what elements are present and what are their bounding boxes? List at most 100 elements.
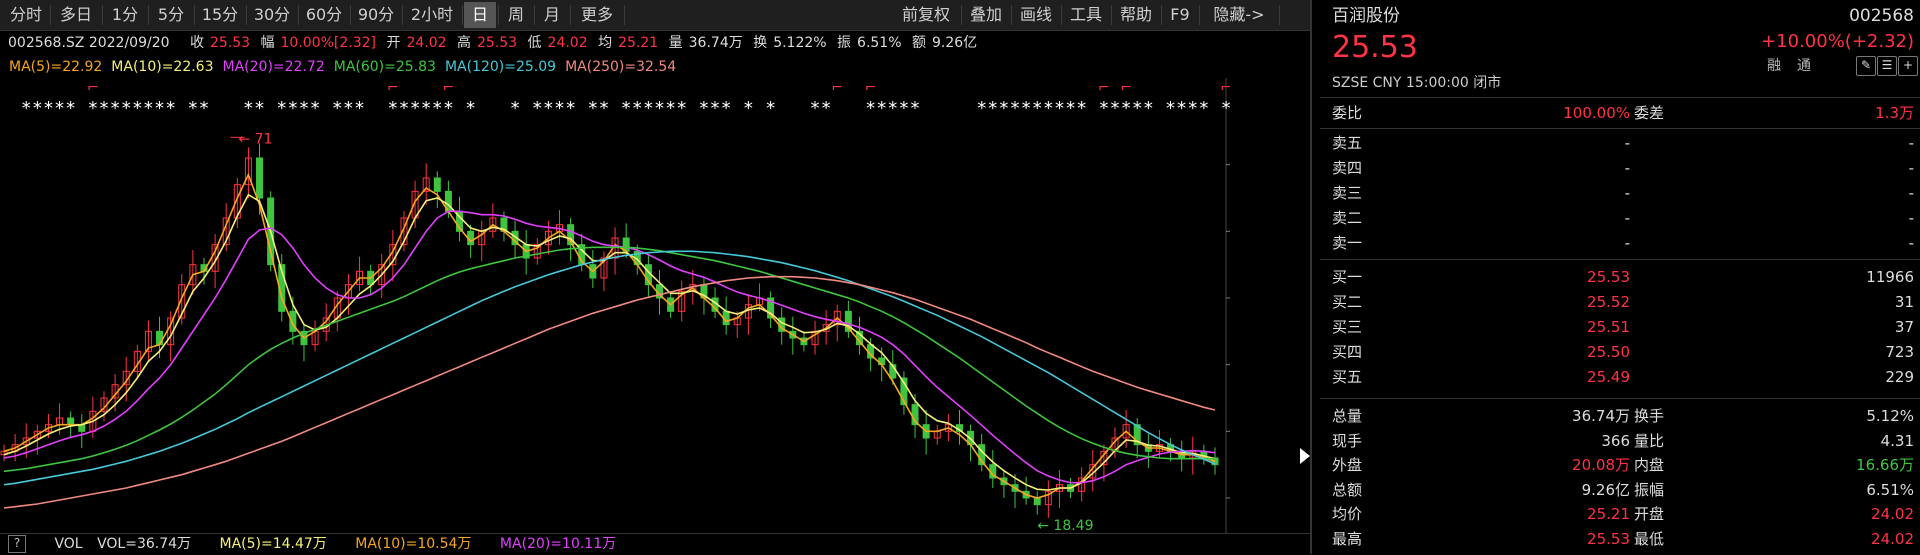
event-marker-icon[interactable]: * <box>1044 98 1053 119</box>
event-marker-icon[interactable]: * <box>333 98 342 119</box>
event-marker-icon[interactable]: * <box>533 98 542 119</box>
event-marker-icon[interactable]: * <box>188 98 197 119</box>
event-marker-icon[interactable]: * <box>999 98 1008 119</box>
event-marker-icon[interactable]: * <box>1022 98 1031 119</box>
flag-icon[interactable]: ⌐ <box>87 80 99 96</box>
tab-period-5[interactable]: 30分 <box>248 2 296 28</box>
vol-indicator-label[interactable]: VOL <box>54 536 82 552</box>
event-marker-icon[interactable]: * <box>1066 98 1075 119</box>
ask-row[interactable]: 卖一 - - <box>1320 231 1920 256</box>
event-marker-icon[interactable]: * <box>622 98 631 119</box>
event-marker-icon[interactable]: * <box>33 98 42 119</box>
event-marker-icon[interactable]: * <box>1199 98 1208 119</box>
event-marker-icon[interactable]: * <box>388 98 397 119</box>
event-marker-icon[interactable]: * <box>711 98 720 119</box>
toolbar-button-1[interactable]: 叠加 <box>964 2 1008 28</box>
event-marker-icon[interactable]: * <box>722 98 731 119</box>
candlestick-chart[interactable]: 706050403020← 71← 18.49*****************… <box>0 78 1230 533</box>
event-marker-icon[interactable]: * <box>1111 98 1120 119</box>
event-marker-icon[interactable]: * <box>1099 98 1108 119</box>
event-marker-icon[interactable]: * <box>744 98 753 119</box>
tab-period-11[interactable]: 月 <box>536 2 568 28</box>
event-marker-icon[interactable]: * <box>822 98 831 119</box>
panel-divider[interactable] <box>1310 0 1312 554</box>
event-marker-icon[interactable]: * <box>433 98 442 119</box>
event-marker-icon[interactable]: * <box>599 98 608 119</box>
toolbar-button-3[interactable]: 工具 <box>1064 2 1108 28</box>
toolbar-button-4[interactable]: 帮助 <box>1114 2 1158 28</box>
event-marker-icon[interactable]: * <box>155 98 164 119</box>
ask-row[interactable]: 卖二 - - <box>1320 206 1920 231</box>
event-marker-icon[interactable]: * <box>566 98 575 119</box>
flag-icon[interactable]: ⌐ <box>865 80 877 96</box>
ask-row[interactable]: 卖五 - - <box>1320 131 1920 156</box>
event-marker-icon[interactable]: * <box>677 98 686 119</box>
event-marker-icon[interactable]: * <box>466 98 475 119</box>
event-marker-icon[interactable]: * <box>244 98 253 119</box>
event-marker-icon[interactable]: * <box>911 98 920 119</box>
event-marker-icon[interactable]: * <box>511 98 520 119</box>
expand-arrow-icon[interactable] <box>1300 448 1310 464</box>
event-marker-icon[interactable]: * <box>877 98 886 119</box>
event-marker-icon[interactable]: * <box>55 98 64 119</box>
tab-period-0[interactable]: 分时 <box>4 2 48 28</box>
bid-row[interactable]: 买一 25.53 11966 <box>1320 265 1920 290</box>
event-marker-icon[interactable]: * <box>988 98 997 119</box>
help-icon[interactable]: ? <box>8 535 26 553</box>
event-marker-icon[interactable]: * <box>422 98 431 119</box>
toolbar-button-2[interactable]: 画线 <box>1014 2 1058 28</box>
event-marker-icon[interactable]: * <box>1055 98 1064 119</box>
event-marker-icon[interactable]: * <box>1222 98 1230 119</box>
event-marker-icon[interactable]: * <box>99 98 108 119</box>
bid-row[interactable]: 买五 25.49 229 <box>1320 365 1920 390</box>
event-marker-icon[interactable]: * <box>866 98 875 119</box>
event-marker-icon[interactable]: * <box>22 98 31 119</box>
event-marker-icon[interactable]: * <box>699 98 708 119</box>
toolbar-button-5[interactable]: F9 <box>1164 2 1196 28</box>
event-marker-icon[interactable]: * <box>66 98 75 119</box>
event-marker-icon[interactable]: * <box>199 98 208 119</box>
event-marker-icon[interactable]: * <box>111 98 120 119</box>
event-marker-icon[interactable]: * <box>588 98 597 119</box>
event-marker-icon[interactable]: * <box>1166 98 1175 119</box>
event-marker-icon[interactable]: * <box>1177 98 1186 119</box>
event-marker-icon[interactable]: * <box>1144 98 1153 119</box>
event-marker-icon[interactable]: * <box>1077 98 1086 119</box>
event-marker-icon[interactable]: * <box>122 98 131 119</box>
tab-period-4[interactable]: 15分 <box>196 2 244 28</box>
tab-period-12[interactable]: 更多 <box>572 2 622 28</box>
event-marker-icon[interactable]: * <box>88 98 97 119</box>
event-marker-icon[interactable]: * <box>399 98 408 119</box>
event-marker-icon[interactable]: * <box>1133 98 1142 119</box>
flag-icon[interactable]: ⌐ <box>387 80 399 96</box>
event-marker-icon[interactable]: * <box>544 98 553 119</box>
tab-period-1[interactable]: 多日 <box>52 2 100 28</box>
event-marker-icon[interactable]: * <box>655 98 664 119</box>
event-marker-icon[interactable]: * <box>133 98 142 119</box>
flag-icon[interactable]: ⌐ <box>831 80 843 96</box>
event-marker-icon[interactable]: * <box>166 98 175 119</box>
event-marker-icon[interactable]: * <box>555 98 564 119</box>
event-marker-icon[interactable]: * <box>1188 98 1197 119</box>
event-marker-icon[interactable]: * <box>311 98 320 119</box>
bid-row[interactable]: 买四 25.50 723 <box>1320 340 1920 365</box>
ask-row[interactable]: 卖四 - - <box>1320 156 1920 181</box>
event-marker-icon[interactable]: * <box>344 98 353 119</box>
toolbar-button-6[interactable]: 隐藏-> <box>1202 2 1276 28</box>
event-marker-icon[interactable]: * <box>444 98 453 119</box>
event-marker-icon[interactable]: * <box>899 98 908 119</box>
tab-period-8[interactable]: 2小时 <box>404 2 460 28</box>
flag-icon[interactable]: ⌐ <box>443 80 455 96</box>
event-marker-icon[interactable]: * <box>411 98 420 119</box>
event-marker-icon[interactable]: * <box>255 98 264 119</box>
tab-period-3[interactable]: 5分 <box>150 2 192 28</box>
event-marker-icon[interactable]: * <box>644 98 653 119</box>
event-marker-icon[interactable]: * <box>1011 98 1020 119</box>
event-marker-icon[interactable]: * <box>888 98 897 119</box>
ask-row[interactable]: 卖三 - - <box>1320 181 1920 206</box>
event-marker-icon[interactable]: * <box>277 98 286 119</box>
event-marker-icon[interactable]: * <box>811 98 820 119</box>
tab-period-6[interactable]: 60分 <box>300 2 348 28</box>
event-marker-icon[interactable]: * <box>666 98 675 119</box>
flag-icon[interactable]: ⌐ <box>1098 80 1110 96</box>
